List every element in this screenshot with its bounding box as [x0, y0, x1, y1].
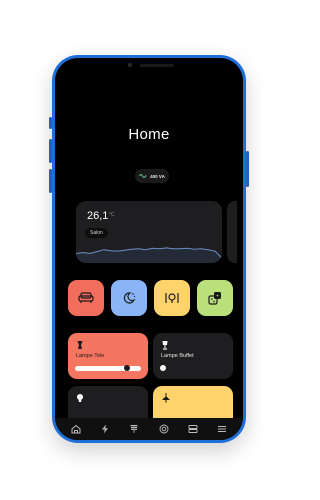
bulb-icon — [77, 394, 83, 402]
moon-stars-icon — [123, 292, 136, 304]
house-icon — [71, 424, 81, 434]
sine-wave-icon — [139, 174, 147, 178]
table-lamp-icon — [77, 341, 83, 349]
light-card-lampe-tele[interactable]: Lampe Tele — [68, 333, 148, 379]
brightness-slider[interactable] — [160, 366, 226, 371]
brightness-slider[interactable] — [75, 366, 141, 371]
sofa-icon — [78, 292, 94, 303]
power-value: 400 VA — [150, 173, 165, 179]
nav-climate[interactable] — [157, 422, 171, 436]
quick-action-sofa[interactable] — [68, 280, 104, 316]
slider-handle[interactable] — [160, 365, 166, 371]
nav-home[interactable] — [69, 422, 83, 436]
notch — [110, 58, 188, 73]
temperature-value: 26,1 — [87, 210, 109, 222]
lightning-icon — [101, 424, 108, 434]
mute-switch — [49, 117, 52, 129]
nav-menu[interactable] — [215, 422, 229, 436]
volume-down-button — [49, 169, 52, 193]
app-screen: Home 400 VA 26,1 °C Salon Lampe Tele Lam… — [55, 58, 243, 440]
nav-devices[interactable] — [186, 422, 200, 436]
dice-icon — [208, 292, 221, 305]
quick-action-night[interactable] — [111, 280, 147, 316]
temperature-card[interactable]: 26,1 °C Salon — [76, 201, 222, 263]
page-title: Home — [128, 126, 170, 143]
menu-icon — [218, 426, 227, 432]
light-card-lampe-buffet[interactable]: Lampe Buffet — [153, 333, 233, 379]
temperature-unit: °C — [109, 212, 115, 218]
light-label: Lampe Tele — [76, 353, 105, 359]
blinds-icon — [130, 425, 138, 433]
volume-up-button — [49, 139, 52, 163]
quick-action-dice[interactable] — [197, 280, 233, 316]
power-button — [246, 151, 249, 187]
storage-icon — [188, 425, 198, 433]
nav-energy[interactable] — [98, 422, 112, 436]
quick-action-light[interactable] — [154, 280, 190, 316]
next-card-peek[interactable] — [227, 201, 237, 263]
phone-frame: Home 400 VA 26,1 °C Salon Lampe Tele Lam… — [49, 55, 249, 443]
speaker-grille — [140, 64, 174, 67]
temperature-sparkline — [76, 247, 222, 263]
nav-shutters[interactable] — [127, 422, 141, 436]
room-label: Salon — [85, 228, 108, 238]
target-icon — [159, 424, 169, 434]
bottom-navigation — [55, 418, 243, 440]
bulb-scene-icon — [165, 293, 179, 303]
front-camera — [128, 63, 132, 67]
ceiling-lamp-icon — [162, 393, 170, 403]
power-consumption-badge[interactable]: 400 VA — [135, 169, 169, 183]
light-label: Lampe Buffet — [161, 353, 194, 359]
floor-lamp-icon — [162, 341, 168, 350]
